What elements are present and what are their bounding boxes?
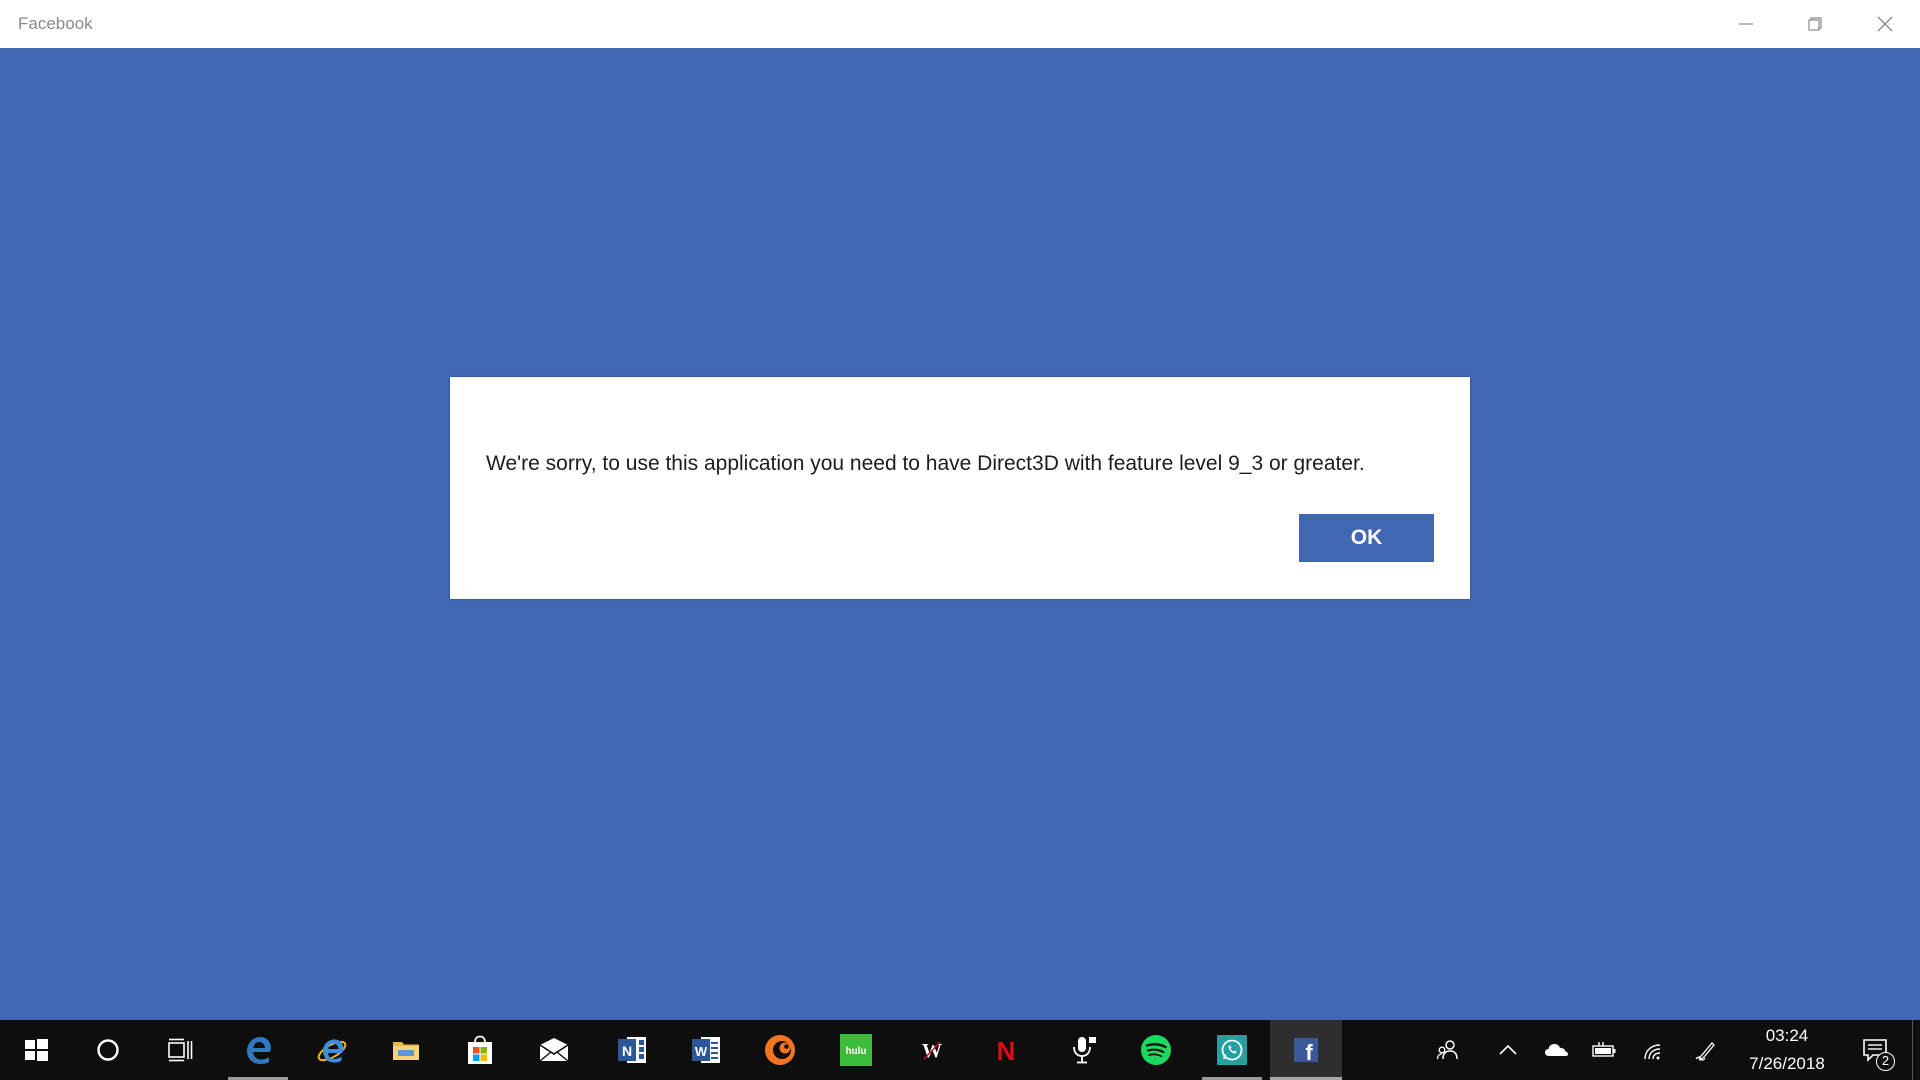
edge-icon [247,1037,271,1064]
taskbar-wwe[interactable]: W [896,1020,968,1080]
taskbar-store[interactable] [444,1020,516,1080]
cortana-circle-icon [97,1039,119,1061]
hulu-icon: hulu [840,1034,872,1066]
taskbar: N W hulu W [0,1020,1920,1080]
netflix-text: N [997,1036,1016,1066]
wifi-icon [1644,1044,1661,1060]
cortana-button[interactable] [72,1020,144,1080]
microphone-icon [1073,1037,1096,1064]
notification-count-badge: 2 [1876,1052,1895,1071]
netflix-icon: N [997,1036,1016,1066]
facebook-text: f [1305,1040,1313,1065]
action-center-button[interactable]: 2 [1849,1020,1901,1080]
internet-explorer-icon [317,1039,347,1063]
spotify-icon [1141,1035,1171,1065]
show-desktop-button[interactable] [1912,1020,1920,1080]
svg-text:N: N [622,1043,632,1059]
clock[interactable]: 03:24 7/26/2018 [1735,1020,1839,1080]
wwe-icon: W [922,1040,942,1062]
people-icon [1436,1040,1458,1060]
windows-logo-icon [25,1039,48,1061]
people-button[interactable] [1424,1020,1472,1080]
taskbar-voice-recorder[interactable] [1046,1020,1118,1080]
onenote-icon: N [618,1037,646,1063]
taskbar-edge[interactable] [222,1020,294,1080]
show-hidden-icons-button[interactable] [1484,1020,1532,1080]
whatsapp-icon [1217,1035,1247,1065]
network-button[interactable] [1630,1020,1678,1080]
crunchyroll-icon [765,1035,795,1065]
svg-text:W: W [695,1044,708,1059]
cloud-icon [1545,1044,1568,1056]
word-icon: W [692,1037,720,1063]
store-bag-icon [468,1035,492,1064]
taskbar-hulu[interactable]: hulu [820,1020,892,1080]
restore-icon [1807,17,1822,31]
taskbar-file-explorer[interactable] [370,1020,442,1080]
clock-time: 03:24 [1765,1026,1809,1045]
title-bar: Facebook [0,0,1920,48]
taskbar-word[interactable]: W [670,1020,742,1080]
task-view-button[interactable] [144,1020,216,1080]
window-title: Facebook [18,14,93,33]
battery-button[interactable] [1580,1020,1628,1080]
folder-icon [393,1042,419,1060]
pen-workspace-button[interactable] [1682,1020,1730,1080]
taskbar-onenote[interactable]: N [596,1020,668,1080]
facebook-icon: f [1294,1038,1318,1065]
battery-icon [1592,1042,1616,1057]
minimize-icon [1738,23,1753,25]
dialog-message: We're sorry, to use this application you… [486,452,1365,475]
error-dialog: We're sorry, to use this application you… [450,377,1470,599]
chevron-up-icon [1499,1044,1517,1055]
app-content: We're sorry, to use this application you… [0,48,1920,1020]
start-button[interactable] [0,1020,72,1080]
close-button[interactable] [1850,0,1919,48]
mail-envelope-icon [539,1038,569,1062]
taskbar-netflix[interactable]: N [970,1020,1042,1080]
task-view-icon [168,1038,193,1062]
taskbar-facebook[interactable]: f [1270,1020,1342,1080]
taskbar-spotify[interactable] [1120,1020,1192,1080]
taskbar-internet-explorer[interactable] [296,1020,368,1080]
taskbar-mail[interactable] [518,1020,590,1080]
restore-button[interactable] [1780,0,1849,48]
clock-date: 7/26/2018 [1749,1054,1825,1073]
close-icon [1877,16,1892,32]
hulu-text: hulu [845,1046,866,1057]
onedrive-button[interactable] [1532,1020,1580,1080]
ok-button[interactable]: OK [1299,514,1434,562]
minimize-button[interactable] [1711,0,1780,48]
taskbar-crunchyroll[interactable] [744,1020,816,1080]
taskbar-whatsapp[interactable] [1196,1020,1268,1080]
pen-icon [1695,1042,1715,1061]
